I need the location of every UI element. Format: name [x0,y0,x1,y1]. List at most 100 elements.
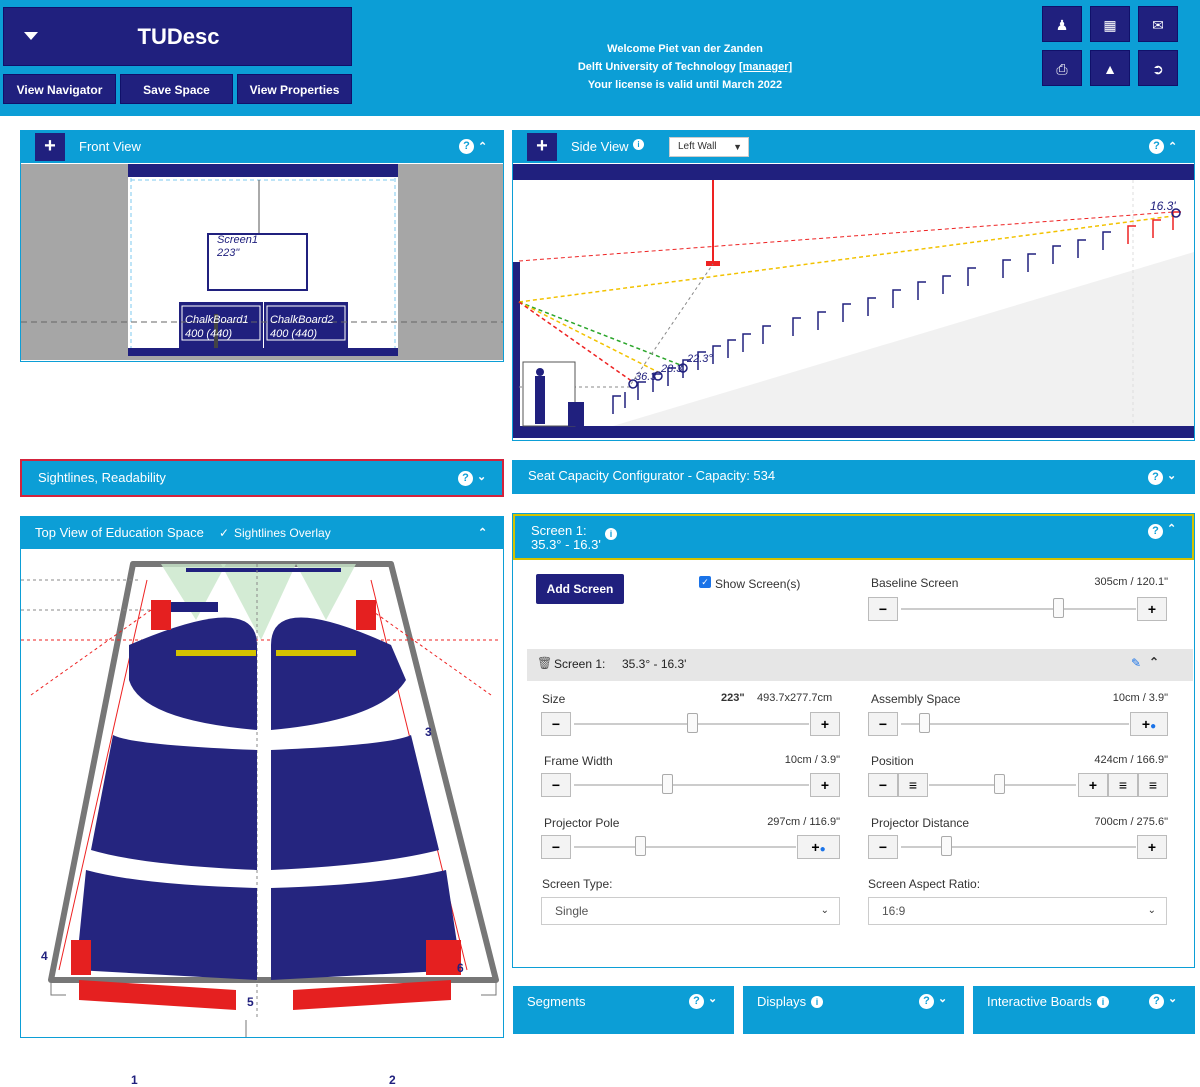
displays-panel-header[interactable]: Displays i ? ⌄ [743,986,964,1034]
align-center-icon[interactable]: ≡ [1108,773,1138,797]
license-text: Your license is valid until March 2022 [587,79,783,91]
help-icon[interactable]: ? [1149,139,1164,154]
chalkboard2-label: ChalkBoard2 [270,314,334,326]
sightlines-overlay-label: Sightlines Overlay [234,526,331,540]
sightlines-overlay-checkbox[interactable]: ✓ [219,517,229,549]
assembly-label: Assembly Space [871,692,961,706]
size-value: 493.7x277.7cm [757,692,833,704]
collapse-icon[interactable]: ⌃ [1167,522,1176,535]
trash-icon[interactable]: 🗑 [537,656,552,670]
assembly-plus-button[interactable]: +● [1130,712,1168,736]
position-slider-thumb[interactable] [994,774,1005,794]
show-screens-checkbox[interactable]: ✓ [699,576,711,588]
front-view-add-button[interactable]: + [35,133,65,161]
align-left-icon[interactable]: ≡ [898,773,928,797]
assembly-slider[interactable] [901,723,1129,725]
projector-distance-plus-button[interactable]: + [1137,835,1167,859]
frame-width-slider[interactable] [574,784,809,786]
projector-pole-minus-button[interactable]: − [541,835,571,859]
frame-width-slider-thumb[interactable] [662,774,673,794]
mail-button[interactable]: ✉ [1138,6,1178,42]
baseline-minus-button[interactable]: − [868,597,898,621]
help-icon[interactable]: ? [1149,994,1164,1009]
screen-type-label: Screen Type: [542,877,613,891]
wall-select[interactable]: Left Wall ▼ [669,137,749,157]
angle-label-4: 36.3 [635,371,657,383]
seat-capacity-panel-header[interactable]: Seat Capacity Configurator - Capacity: 5… [512,460,1195,494]
side-view-add-button[interactable]: + [527,133,557,161]
print-button[interactable]: ⎙ [1042,50,1082,86]
projector-distance-slider[interactable] [901,846,1136,848]
help-icon[interactable]: ? [458,471,473,486]
size-slider-thumb[interactable] [687,713,698,733]
logout-button[interactable]: ➲ [1138,50,1178,86]
baseline-slider-thumb[interactable] [1053,598,1064,618]
collapse-icon[interactable]: ⌃ [1149,655,1159,669]
help-icon[interactable]: ? [689,994,704,1009]
app-logo-button[interactable]: TUDesc [3,7,352,66]
collapse-icon[interactable]: ⌃ [478,131,487,163]
info-icon[interactable]: i [811,996,823,1008]
projector-distance-slider-thumb[interactable] [941,836,952,856]
segments-panel-header[interactable]: Segments ? ⌄ [513,986,734,1034]
baseline-plus-button[interactable]: + [1137,597,1167,621]
help-icon[interactable]: ? [459,139,474,154]
info-icon[interactable]: i [605,528,617,540]
position-minus-button[interactable]: − [868,773,898,797]
side-view-panel: + Side View i Left Wall ▼ ? ⌃ 16.3' 22.3… [512,130,1195,441]
interactive-boards-panel-header[interactable]: Interactive Boards i ? ⌄ [973,986,1195,1034]
welcome-org: Delft University of Technology [577,61,739,73]
help-icon[interactable]: ? [919,994,934,1009]
add-screen-button[interactable]: Add Screen [536,574,624,604]
projector-pole-plus-button[interactable]: +● [797,835,840,859]
welcome-block: Welcome Piet van der Zanden Delft Univer… [520,40,850,94]
corner-label-1: 1 [131,1073,138,1087]
collapse-icon[interactable]: ⌃ [478,517,487,549]
projector-pole-label: Projector Pole [544,816,620,830]
size-plus-button[interactable]: + [810,712,840,736]
chalkboard1-size: 400 (440) [185,328,233,340]
projector-distance-minus-button[interactable]: − [868,835,898,859]
aspect-ratio-select[interactable]: 16:9 ⌄ [868,897,1167,925]
expand-icon[interactable]: ⌄ [708,992,717,1005]
collapse-icon[interactable]: ⌃ [1168,131,1177,163]
screen-row[interactable]: 🗑 Screen 1: 35.3° - 16.3' ✎ ⌃ [527,649,1193,681]
calculator-button[interactable]: ▦ [1090,6,1130,42]
expand-icon[interactable]: ⌄ [1168,992,1177,1005]
segments-title: Segments [527,994,586,1009]
view-properties-button[interactable]: View Properties [237,74,352,104]
corner-label-5: 5 [247,995,254,1009]
angle-label-3: 28.3 [661,363,683,375]
frame-width-plus-button[interactable]: + [810,773,840,797]
position-plus-button[interactable]: + [1078,773,1108,797]
manager-link[interactable]: [manager] [739,61,792,73]
screen-config-header[interactable]: Screen 1: 35.3° - 16.3' i ? ⌃ [513,514,1194,560]
expand-icon[interactable]: ⌄ [477,470,486,483]
front-screen-label: Screen1 [217,234,258,246]
expand-icon[interactable]: ⌄ [1167,469,1176,482]
size-label: Size [542,692,566,706]
side-view-title: Side View [571,139,629,154]
help-icon[interactable]: ? [1148,524,1163,539]
screen-type-select[interactable]: Single ⌄ [541,897,840,925]
help-icon[interactable]: ? [1148,470,1163,485]
projector-pole-slider[interactable] [574,846,796,848]
sightlines-panel-header[interactable]: Sightlines, Readability ? ⌄ [20,459,504,497]
assembly-slider-thumb[interactable] [919,713,930,733]
size-minus-button[interactable]: − [541,712,571,736]
view-navigator-button[interactable]: View Navigator [3,74,116,104]
lock-button[interactable]: ▲ [1090,50,1130,86]
edit-icon[interactable]: ✎ [1131,656,1141,670]
info-icon[interactable]: i [633,139,644,150]
expand-icon[interactable]: ⌄ [938,992,947,1005]
baseline-slider[interactable] [901,608,1136,610]
align-right-icon[interactable]: ≡ [1138,773,1168,797]
assembly-minus-button[interactable]: − [868,712,898,736]
front-view-canvas [21,164,503,360]
user-button[interactable]: ♟ [1042,6,1082,42]
frame-width-minus-button[interactable]: − [541,773,571,797]
info-icon[interactable]: i [1097,996,1109,1008]
save-space-button[interactable]: Save Space [120,74,233,104]
angle-label-2: 22.3° [687,353,713,365]
projector-pole-slider-thumb[interactable] [635,836,646,856]
